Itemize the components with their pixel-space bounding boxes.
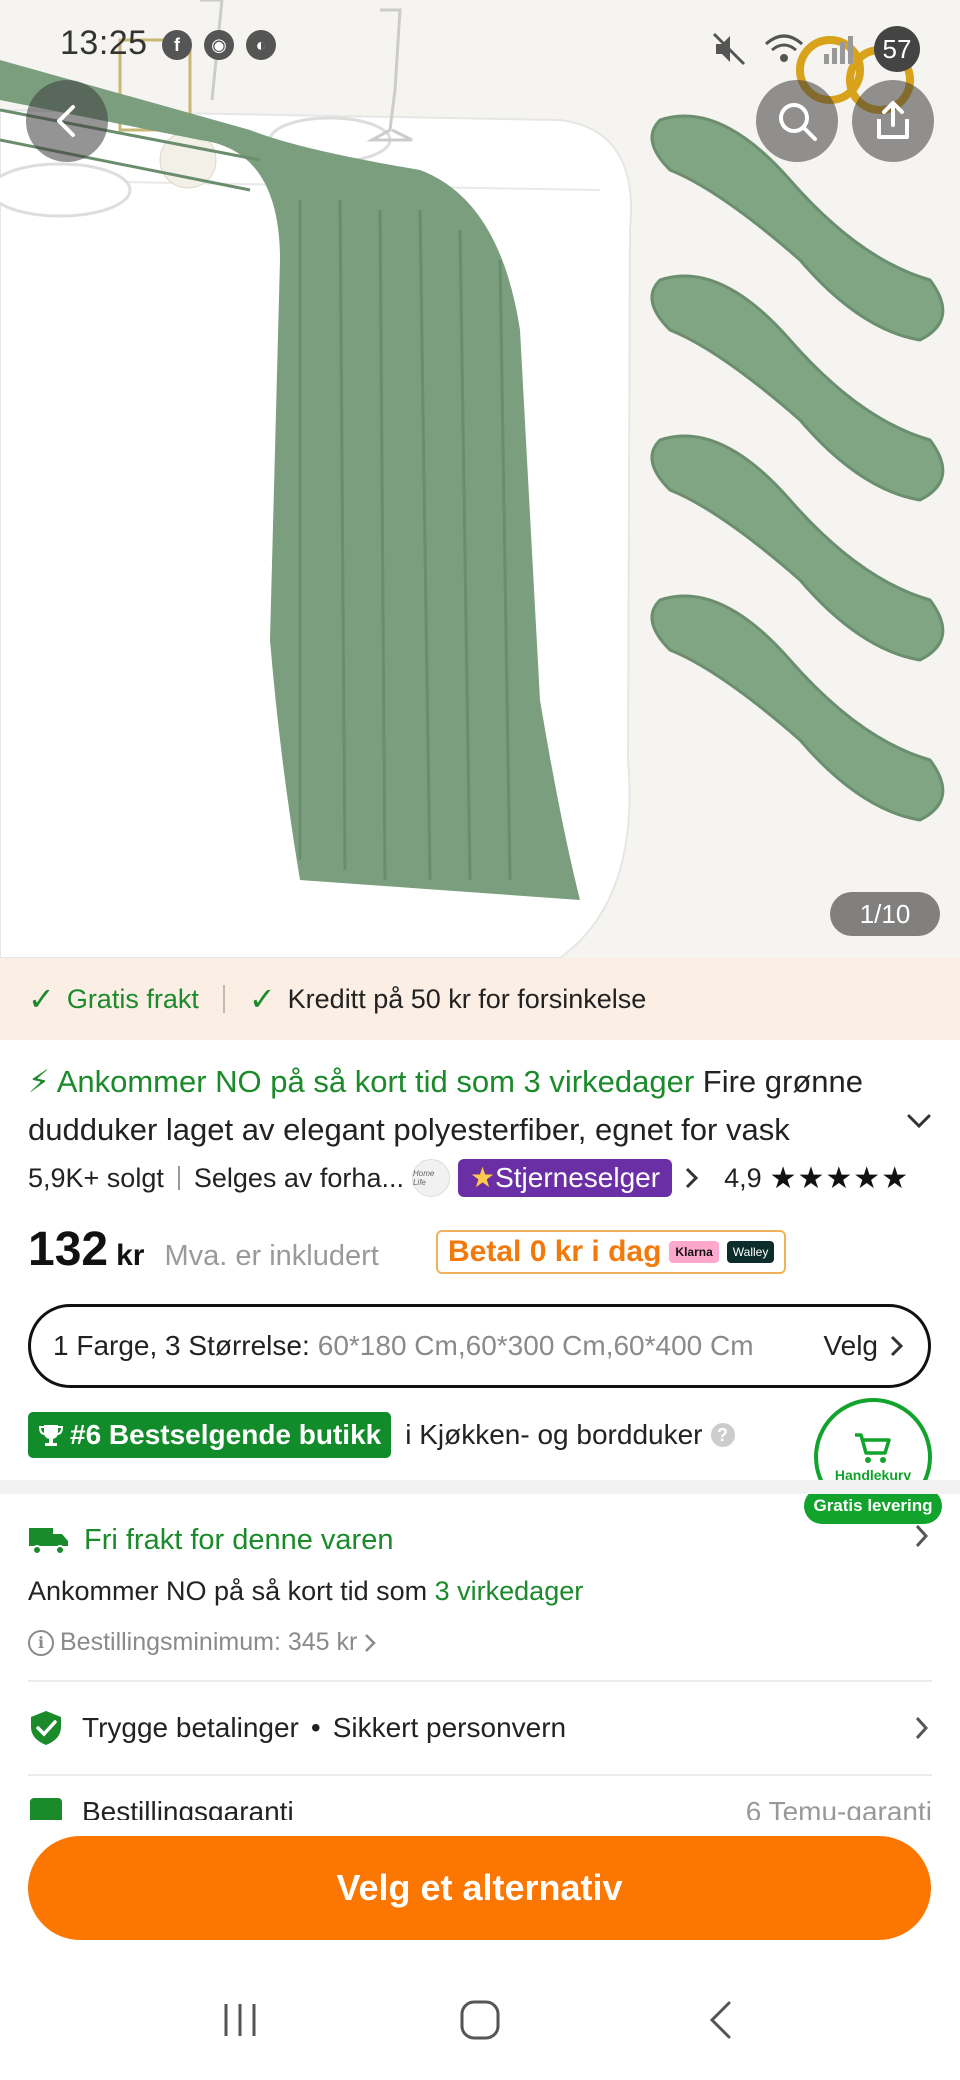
lightning-icon: ⚡ [28, 1064, 50, 1099]
bullet: • [310, 1712, 321, 1743]
bestseller-badge: #6 Bestselgende butikk [28, 1412, 392, 1458]
perk-divider [222, 985, 225, 1013]
help-icon[interactable]: ? [710, 1423, 735, 1447]
search-icon [779, 103, 817, 141]
notification-icons: f ◉ ◐ [162, 30, 276, 60]
seller-info-row[interactable]: 5,9K+ solgt Selges av forha... Home Life… [28, 1158, 938, 1198]
product-image-carousel[interactable]: 13:25 f ◉ ◐ 57 1/10 [0, 0, 960, 958]
facebook-icon: f [162, 30, 192, 60]
variant-selector[interactable]: 1 Farge, 3 Størrelse: 60*180 Cm,60*300 C… [28, 1304, 931, 1388]
perk-free-shipping: ✓ Gratis frakt [28, 980, 199, 1018]
walley-logo: Walley [726, 1241, 775, 1263]
expand-title-button[interactable] [906, 1106, 932, 1138]
divider [28, 1774, 932, 1776]
chevron-down-icon [907, 1114, 931, 1129]
bestseller-row[interactable]: #6 Bestselgende butikk i Kjøkken- og bor… [28, 1412, 735, 1458]
choose-option-button[interactable]: Velg et alternativ [28, 1836, 931, 1940]
separator [177, 1166, 180, 1190]
star-seller-badge: ★Stjerneselger [457, 1159, 673, 1197]
image-counter: 1/10 [830, 892, 940, 936]
check-icon: ✓ [28, 981, 55, 1017]
klarna-logo: Klarna [669, 1241, 719, 1263]
share-button[interactable] [852, 80, 934, 162]
price: 132 [28, 1223, 109, 1276]
bestseller-label: #6 Bestselgende butikk [70, 1419, 382, 1450]
truck-icon [29, 1528, 68, 1555]
shipping-headline: Fri frakt for denne varen [84, 1523, 394, 1556]
shop-logo: Home Life [411, 1159, 450, 1197]
system-nav-bar [0, 1960, 960, 2080]
pay-later-badge[interactable]: Betal 0 kr i dag Klarna Walley [436, 1230, 787, 1274]
rating-stars: ★★★★★ [769, 1161, 910, 1195]
shipping-arrival: Ankommer NO på så kort tid som 3 virkeda… [28, 1576, 583, 1607]
battery-indicator: 57 [874, 26, 920, 72]
signal-icon [824, 36, 853, 64]
shipping-arrival-prefix: Ankommer NO på så kort tid som [28, 1576, 428, 1606]
bmw-icon: ◐ [246, 30, 276, 60]
system-icons: 57 [712, 26, 920, 72]
sold-by[interactable]: Selges av forha... [194, 1163, 404, 1194]
currency: kr [116, 1239, 145, 1272]
recent-apps-button[interactable] [200, 1980, 280, 2060]
divider [28, 1680, 932, 1682]
rating-value: 4,9 [724, 1162, 762, 1193]
guarantee-icon [30, 1798, 62, 1820]
status-bar: 13:25 f ◉ ◐ 57 [0, 0, 960, 90]
chevron-right-icon [365, 1633, 377, 1652]
guarantee-label: Bestillingsgaranti [82, 1796, 294, 1820]
status-time: 13:25 [60, 24, 148, 62]
star-seller-label: Stjerneselger [495, 1162, 661, 1193]
recent-apps-icon [224, 2004, 256, 2036]
pay-later-label: Betal 0 kr i dag [448, 1235, 662, 1268]
chevron-right-icon[interactable] [912, 1522, 932, 1550]
order-minimum[interactable]: i Bestillingsminimum: 345 kr [28, 1628, 377, 1657]
section-divider [0, 1480, 960, 1494]
arrival-lead: Ankommer NO på så kort tid som 3 virkeda… [56, 1064, 695, 1099]
chevron-right-icon [915, 1716, 929, 1740]
home-icon [460, 2000, 500, 2040]
product-title[interactable]: ⚡ Ankommer NO på så kort tid som 3 virke… [28, 1058, 908, 1154]
secure-privacy-label: Sikkert personvern [332, 1712, 567, 1743]
share-icon [877, 101, 909, 139]
order-guarantee-row[interactable]: Bestillingsgaranti 6 Temu-garanti [28, 1796, 932, 1820]
price-row: 132 kr Mva. er inkludert [28, 1222, 379, 1278]
cart-icon [855, 1433, 891, 1463]
perk-credit-label: Kreditt på 50 kr for forsinkelse [287, 983, 647, 1014]
variant-options: 60*180 Cm,60*300 Cm,60*400 Cm [317, 1330, 754, 1361]
home-button[interactable] [440, 1980, 520, 2060]
search-button[interactable] [756, 80, 838, 162]
wifi-icon [765, 34, 803, 62]
guarantee-count: 6 Temu-garanti [745, 1796, 932, 1820]
perks-bar[interactable]: ✓ Gratis frakt ✓ Kreditt på 50 kr for fo… [0, 958, 960, 1040]
chevron-right-icon [686, 1167, 699, 1189]
variant-label: 1 Farge, 3 Størrelse: [53, 1330, 310, 1361]
system-back-button[interactable] [680, 1980, 760, 2060]
chevron-left-icon [57, 105, 75, 137]
perk-credit: ✓ Kreditt på 50 kr for forsinkelse [249, 980, 646, 1018]
safety-row[interactable]: Trygge betalinger • Sikkert personvern [28, 1704, 932, 1752]
shield-check-icon [31, 1711, 61, 1745]
mute-icon [712, 32, 746, 66]
star-seller-icon: ★ [469, 1162, 496, 1193]
shipping-arrival-days: 3 virkedager [434, 1576, 584, 1606]
check-icon: ✓ [248, 981, 276, 1017]
info-icon: i [28, 1629, 54, 1656]
bestseller-category: i Kjøkken- og bordduker [405, 1419, 703, 1450]
back-button[interactable] [26, 80, 108, 162]
safe-payments-label: Trygge betalinger [82, 1712, 299, 1743]
back-arrow-icon [709, 2001, 731, 2039]
order-minimum-label: Bestillingsminimum: 345 kr [60, 1628, 358, 1656]
trophy-icon [38, 1425, 64, 1446]
sold-count: 5,9K+ solgt [28, 1162, 164, 1193]
shipping-header[interactable]: Fri frakt for denne varen [28, 1518, 393, 1562]
variant-cta-label: Velg [823, 1330, 879, 1361]
perk-free-shipping-label: Gratis frakt [66, 983, 199, 1014]
snapchat-icon: ◉ [204, 30, 234, 60]
vat-note: Mva. er inkludert [164, 1240, 379, 1272]
variant-select-cta: Velg [824, 1330, 907, 1362]
chevron-right-icon [890, 1335, 904, 1357]
